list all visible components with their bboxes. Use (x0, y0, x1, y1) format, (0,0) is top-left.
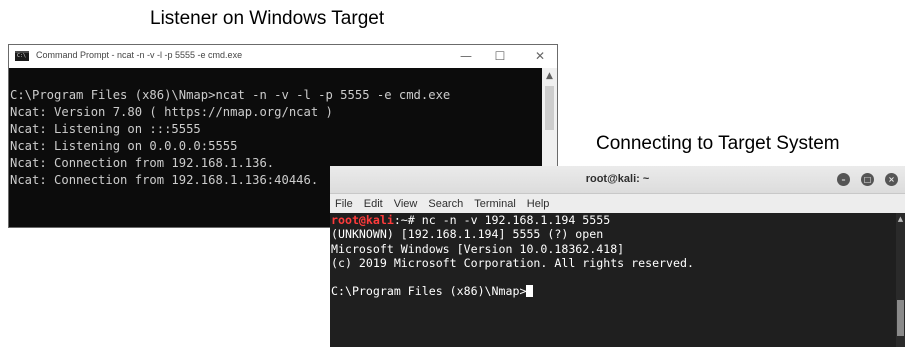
text-cursor (526, 285, 534, 298)
menu-search[interactable]: Search (428, 198, 463, 210)
cmd-line-listening-ipv4: Ncat: Listening on 0.0.0.0:5555 (10, 139, 238, 153)
kali-terminal-window[interactable]: root@kali: ~ – □ × File Edit View Search… (330, 166, 905, 347)
kali-line-open: (UNKNOWN) [192.168.1.194] 5555 (?) open (331, 227, 604, 242)
menu-edit[interactable]: Edit (364, 198, 383, 210)
prompt-path: :~# (393, 213, 422, 227)
minimize-icon[interactable]: — (451, 47, 481, 65)
menu-help[interactable]: Help (527, 198, 550, 210)
kali-window-title: root@kali: ~ (585, 173, 650, 185)
menu-terminal[interactable]: Terminal (474, 198, 516, 210)
cmd-line-version: Ncat: Version 7.80 ( https://nmap.org/nc… (10, 105, 333, 119)
cmd-scroll-thumb[interactable] (545, 86, 554, 130)
cmd-app-icon[interactable]: C:\ (15, 51, 29, 61)
caption-connecting: Connecting to Target System (596, 133, 840, 154)
minimize-icon[interactable]: – (837, 173, 850, 186)
close-icon[interactable]: × (885, 173, 898, 186)
menu-view[interactable]: View (394, 198, 418, 210)
kali-remote-prompt: C:\Program Files (x86)\Nmap> (331, 284, 527, 299)
prompt-user: root@kali (331, 213, 394, 227)
kali-terminal-output[interactable]: root@kali:~# nc -n -v 192.168.1.194 5555… (330, 213, 896, 347)
maximize-icon[interactable]: ☐ (485, 47, 515, 65)
cmd-line-listening-ipv6: Ncat: Listening on :::5555 (10, 122, 201, 136)
kali-command-line: root@kali:~# nc -n -v 192.168.1.194 5555 (331, 213, 896, 227)
kali-menu-bar: File Edit View Search Terminal Help (330, 194, 905, 213)
kali-line-blank (331, 270, 896, 284)
kali-scroll-thumb[interactable] (897, 300, 904, 336)
scroll-up-arrow-icon[interactable]: ▲ (896, 215, 905, 223)
caption-listener: Listener on Windows Target (150, 8, 385, 29)
kali-remote-prompt-line[interactable]: C:\Program Files (x86)\Nmap> (331, 284, 896, 298)
menu-file[interactable]: File (335, 198, 353, 210)
kali-line-copyright: (c) 2019 Microsoft Corporation. All righ… (331, 255, 694, 270)
cmd-window-title: Command Prompt - ncat -n -v -l -p 5555 -… (36, 50, 243, 60)
kali-command: nc -n -v 192.168.1.194 5555 (421, 213, 611, 227)
cmd-title-bar[interactable]: C:\ Command Prompt - ncat -n -v -l -p 55… (9, 45, 557, 68)
kali-title-bar[interactable]: root@kali: ~ – □ × (330, 166, 905, 194)
maximize-icon[interactable]: □ (861, 173, 874, 186)
cmd-icon-glyph: C:\ (17, 53, 27, 59)
close-icon[interactable]: ✕ (525, 47, 555, 65)
kali-line-windows-version: Microsoft Windows [Version 10.0.18362.41… (331, 241, 625, 256)
kali-scrollbar[interactable]: ▲ (896, 213, 905, 347)
cmd-line-command: C:\Program Files (x86)\Nmap>ncat -n -v -… (10, 88, 451, 102)
scroll-up-arrow-icon[interactable]: ▲ (542, 71, 557, 81)
